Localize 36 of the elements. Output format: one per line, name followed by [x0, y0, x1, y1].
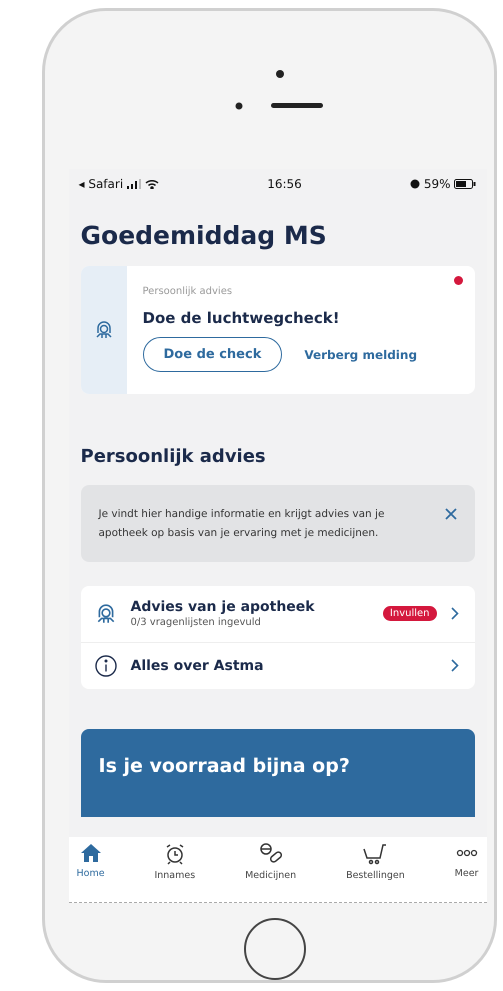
tab-bar-item[interactable]: Bestellingen: [344, 842, 407, 902]
item-subtitle: 0/3 vragenlijsten ingevuld: [130, 617, 262, 628]
camera-icon: [276, 70, 284, 78]
battery-percentage: 59%: [424, 177, 450, 192]
item-title: Advies van je apotheek: [130, 599, 316, 616]
pills-icon: [258, 842, 283, 865]
advice-list-item[interactable]: Alles over Astma: [80, 642, 474, 689]
home-button-icon: [242, 916, 306, 980]
info-icon: [94, 654, 116, 677]
promo-card[interactable]: Is je voorraad bijna op?: [80, 728, 474, 817]
home-icon: [80, 842, 102, 863]
notification-title: Doe de luchtwegcheck!: [142, 309, 341, 328]
tab-bar-item[interactable]: Meer: [452, 842, 480, 902]
battery-icon: [454, 179, 476, 190]
advice-list-item[interactable]: Advies van je apotheek 0/3 vragenlijsten ingevuld Invullen: [80, 586, 474, 642]
clock-time: 16:56: [267, 177, 302, 192]
speaker-icon: [234, 102, 324, 110]
tab-bar-item[interactable]: Medicijnen: [243, 842, 298, 902]
section-heading: Persoonlijk advies: [80, 446, 267, 468]
cart-icon: [363, 842, 388, 865]
chevron-right-icon: [450, 607, 458, 620]
item-title: Alles over Astma: [130, 658, 265, 674]
status-badge: Invullen: [382, 606, 436, 622]
tab-bar-item[interactable]: Innames: [152, 842, 198, 902]
info-text: Je vindt hier handige informatie en krijgt advies van je apotheek op basis van je ervaring met je medicijnen.: [98, 507, 386, 541]
check-button[interactable]: Doe de check: [142, 337, 282, 372]
promo-title: Is je voorraad bijna op?: [98, 754, 350, 777]
tab-bar-item[interactable]: Home: [74, 842, 107, 902]
notification-category: Persoonlijk advies: [142, 286, 234, 298]
wifi-icon: [145, 179, 160, 190]
back-to-safari-link[interactable]: ◂ Safari: [78, 177, 124, 192]
robot-icon: [94, 320, 114, 340]
greeting-heading: Goedemiddag MS: [80, 221, 328, 250]
signal-icon: [127, 179, 142, 190]
chevron-right-icon: [450, 659, 458, 672]
hide-notification-link[interactable]: Verberg melding: [304, 348, 418, 362]
